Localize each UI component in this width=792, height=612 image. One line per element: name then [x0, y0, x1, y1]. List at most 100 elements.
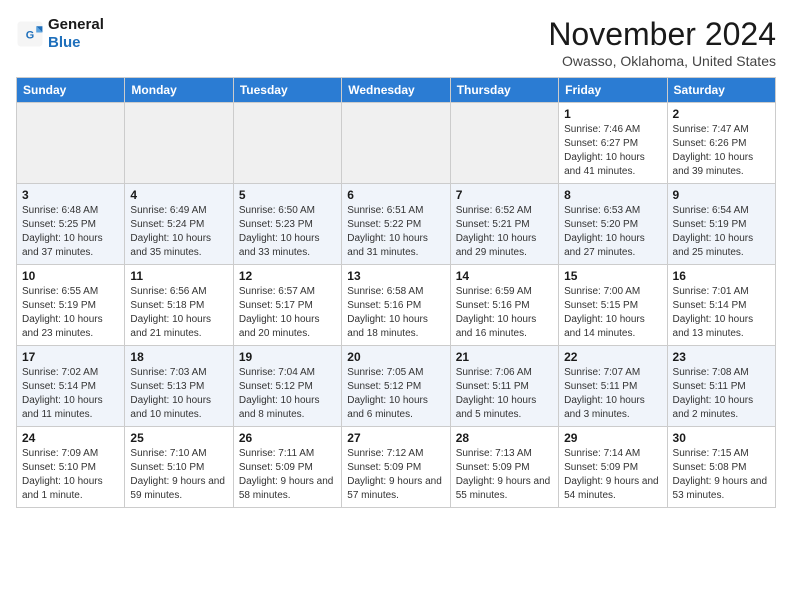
- day-number: 25: [130, 431, 227, 445]
- calendar-cell: [450, 103, 558, 184]
- calendar-cell: 4Sunrise: 6:49 AM Sunset: 5:24 PM Daylig…: [125, 184, 233, 265]
- day-info: Sunrise: 6:50 AM Sunset: 5:23 PM Dayligh…: [239, 204, 336, 260]
- day-number: 20: [347, 350, 444, 364]
- calendar-cell: 15 Sunrise: 7:00 AM Sunset: 5:15 PM Dayli…: [559, 265, 667, 346]
- title-block: November 2024 Owasso, Oklahoma, United S…: [548, 16, 776, 69]
- weekday-header-friday: Friday: [559, 78, 667, 103]
- day-number: 8: [564, 188, 661, 202]
- calendar-cell: 14 Sunrise: 6:59 AM Sunset: 5:16 PM Dayli…: [450, 265, 558, 346]
- day-number: 14: [456, 269, 553, 283]
- logo-icon: G: [16, 20, 44, 48]
- day-number: 27: [347, 431, 444, 445]
- day-info: Sunrise: 7:15 AM Sunset: 5:08 PM Dayligh…: [673, 447, 770, 503]
- calendar-cell: 21Sunrise: 7:06 AM Sunset: 5:11 PM Dayli…: [450, 346, 558, 427]
- day-info: Sunrise: 7:09 AM Sunset: 5:10 PM Dayligh…: [22, 447, 119, 503]
- day-info: Sunrise: 7:07 AM Sunset: 5:11 PM Dayligh…: [564, 366, 661, 422]
- weekday-header-saturday: Saturday: [667, 78, 775, 103]
- day-number: 13: [347, 269, 444, 283]
- calendar-cell: 18 Sunrise: 7:03 AM Sunset: 5:13 PM Dayli…: [125, 346, 233, 427]
- day-number: 2: [673, 107, 770, 121]
- day-number: 24: [22, 431, 119, 445]
- day-number: 23: [673, 350, 770, 364]
- calendar-cell: 3Sunrise: 6:48 AM Sunset: 5:25 PM Daylig…: [17, 184, 125, 265]
- calendar-week-3: 10 Sunrise: 6:55 AM Sunset: 5:19 PM Dayli…: [17, 265, 776, 346]
- day-info: Sunrise: 7:03 AM Sunset: 5:13 PM Dayligh…: [130, 366, 227, 422]
- day-info: Sunrise: 7:02 AM Sunset: 5:14 PM Dayligh…: [22, 366, 119, 422]
- day-number: 26: [239, 431, 336, 445]
- calendar-cell: 19 Sunrise: 7:04 AM Sunset: 5:12 PM Dayli…: [233, 346, 341, 427]
- weekday-header-wednesday: Wednesday: [342, 78, 450, 103]
- calendar-week-1: 1Sunrise: 7:46 AM Sunset: 6:27 PM Daylig…: [17, 103, 776, 184]
- day-number: 19: [239, 350, 336, 364]
- calendar-cell: 9 Sunrise: 6:54 AM Sunset: 5:19 PM Daylig…: [667, 184, 775, 265]
- day-info: Sunrise: 6:55 AM Sunset: 5:19 PM Dayligh…: [22, 285, 119, 341]
- day-info: Sunrise: 7:12 AM Sunset: 5:09 PM Dayligh…: [347, 447, 444, 503]
- day-number: 1: [564, 107, 661, 121]
- calendar-cell: 20 Sunrise: 7:05 AM Sunset: 5:12 PM Dayli…: [342, 346, 450, 427]
- day-number: 28: [456, 431, 553, 445]
- calendar-cell: 23 Sunrise: 7:08 AM Sunset: 5:11 PM Dayli…: [667, 346, 775, 427]
- day-info: Sunrise: 7:13 AM Sunset: 5:09 PM Dayligh…: [456, 447, 553, 503]
- day-info: Sunrise: 6:53 AM Sunset: 5:20 PM Dayligh…: [564, 204, 661, 260]
- day-number: 15: [564, 269, 661, 283]
- day-number: 10: [22, 269, 119, 283]
- day-info: Sunrise: 7:00 AM Sunset: 5:15 PM Dayligh…: [564, 285, 661, 341]
- day-number: 5: [239, 188, 336, 202]
- weekday-header-monday: Monday: [125, 78, 233, 103]
- calendar-cell: 12Sunrise: 6:57 AM Sunset: 5:17 PM Dayli…: [233, 265, 341, 346]
- calendar-cell: 26 Sunrise: 7:11 AM Sunset: 5:09 PM Dayli…: [233, 427, 341, 508]
- calendar-cell: 29Sunrise: 7:14 AM Sunset: 5:09 PM Dayli…: [559, 427, 667, 508]
- calendar-cell: 5 Sunrise: 6:50 AM Sunset: 5:23 PM Daylig…: [233, 184, 341, 265]
- page-container: G General Blue November 2024 Owasso, Okl…: [0, 0, 792, 516]
- location-subtitle: Owasso, Oklahoma, United States: [548, 53, 776, 69]
- calendar-cell: 16 Sunrise: 7:01 AM Sunset: 5:14 PM Dayli…: [667, 265, 775, 346]
- logo-blue: Blue: [48, 34, 81, 51]
- logo-general: General: [48, 16, 104, 33]
- day-number: 6: [347, 188, 444, 202]
- calendar-week-4: 17 Sunrise: 7:02 AM Sunset: 5:14 PM Dayli…: [17, 346, 776, 427]
- day-number: 11: [130, 269, 227, 283]
- calendar-cell: 25 Sunrise: 7:10 AM Sunset: 5:10 PM Dayli…: [125, 427, 233, 508]
- day-number: 7: [456, 188, 553, 202]
- day-number: 16: [673, 269, 770, 283]
- weekday-header-tuesday: Tuesday: [233, 78, 341, 103]
- day-info: Sunrise: 6:57 AM Sunset: 5:17 PM Dayligh…: [239, 285, 336, 341]
- calendar-cell: 7Sunrise: 6:52 AM Sunset: 5:21 PM Daylig…: [450, 184, 558, 265]
- day-info: Sunrise: 7:04 AM Sunset: 5:12 PM Dayligh…: [239, 366, 336, 422]
- calendar-header-row: SundayMondayTuesdayWednesdayThursdayFrid…: [17, 78, 776, 103]
- calendar-cell: 10 Sunrise: 6:55 AM Sunset: 5:19 PM Dayli…: [17, 265, 125, 346]
- day-number: 3: [22, 188, 119, 202]
- weekday-header-sunday: Sunday: [17, 78, 125, 103]
- day-number: 4: [130, 188, 227, 202]
- calendar-week-2: 3Sunrise: 6:48 AM Sunset: 5:25 PM Daylig…: [17, 184, 776, 265]
- svg-text:G: G: [26, 30, 34, 42]
- day-info: Sunrise: 7:06 AM Sunset: 5:11 PM Dayligh…: [456, 366, 553, 422]
- calendar-cell: 2 Sunrise: 7:47 AM Sunset: 6:26 PM Daylig…: [667, 103, 775, 184]
- day-number: 18: [130, 350, 227, 364]
- day-info: Sunrise: 6:59 AM Sunset: 5:16 PM Dayligh…: [456, 285, 553, 341]
- calendar-cell: 17 Sunrise: 7:02 AM Sunset: 5:14 PM Dayli…: [17, 346, 125, 427]
- day-info: Sunrise: 6:54 AM Sunset: 5:19 PM Dayligh…: [673, 204, 770, 260]
- calendar-cell: [233, 103, 341, 184]
- day-info: Sunrise: 6:58 AM Sunset: 5:16 PM Dayligh…: [347, 285, 444, 341]
- day-info: Sunrise: 7:11 AM Sunset: 5:09 PM Dayligh…: [239, 447, 336, 503]
- logo-text: General Blue: [48, 16, 104, 52]
- day-number: 17: [22, 350, 119, 364]
- day-number: 9: [673, 188, 770, 202]
- day-number: 22: [564, 350, 661, 364]
- day-info: Sunrise: 6:51 AM Sunset: 5:22 PM Dayligh…: [347, 204, 444, 260]
- day-info: Sunrise: 7:05 AM Sunset: 5:12 PM Dayligh…: [347, 366, 444, 422]
- day-number: 30: [673, 431, 770, 445]
- day-info: Sunrise: 7:47 AM Sunset: 6:26 PM Dayligh…: [673, 123, 770, 179]
- day-info: Sunrise: 7:10 AM Sunset: 5:10 PM Dayligh…: [130, 447, 227, 503]
- month-year-title: November 2024: [548, 16, 776, 53]
- calendar-cell: 28 Sunrise: 7:13 AM Sunset: 5:09 PM Dayli…: [450, 427, 558, 508]
- weekday-header-thursday: Thursday: [450, 78, 558, 103]
- day-info: Sunrise: 7:01 AM Sunset: 5:14 PM Dayligh…: [673, 285, 770, 341]
- calendar-cell: 11Sunrise: 6:56 AM Sunset: 5:18 PM Dayli…: [125, 265, 233, 346]
- calendar-table: SundayMondayTuesdayWednesdayThursdayFrid…: [16, 77, 776, 508]
- calendar-cell: 8 Sunrise: 6:53 AM Sunset: 5:20 PM Daylig…: [559, 184, 667, 265]
- day-info: Sunrise: 7:08 AM Sunset: 5:11 PM Dayligh…: [673, 366, 770, 422]
- calendar-cell: [342, 103, 450, 184]
- day-number: 29: [564, 431, 661, 445]
